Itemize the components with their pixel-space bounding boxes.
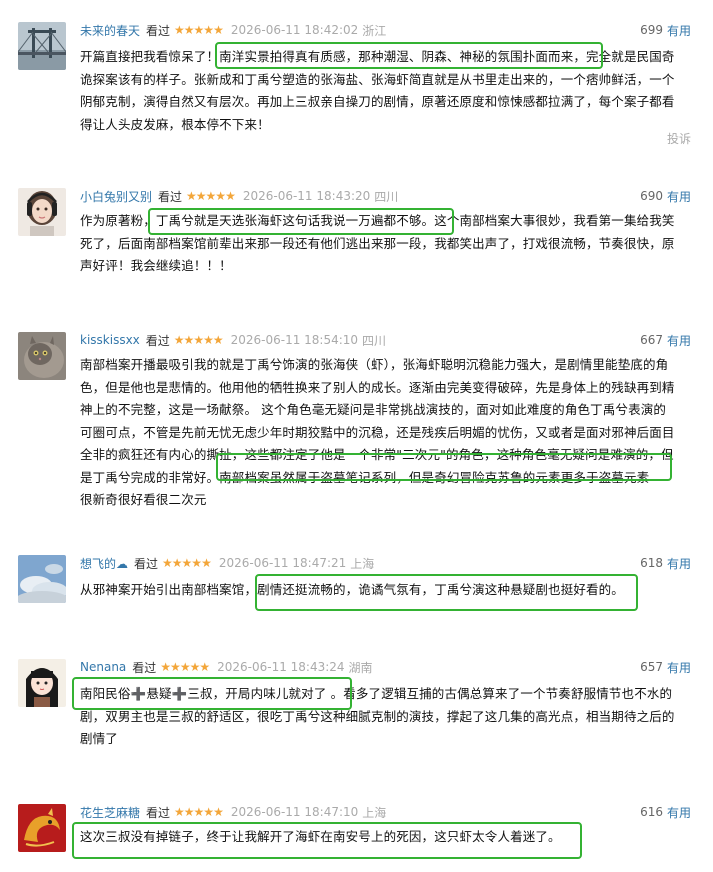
comment-time: 2026-06-11 18:54:10 xyxy=(230,333,359,347)
useful-button[interactable]: 有用 xyxy=(667,804,691,821)
comment-text: 南阳民俗➕悬疑➕三叔，开局内味儿就对了 。看多了逻辑互捕的古偶总算来了一个节奏舒… xyxy=(80,683,692,751)
comment-line: 这次三叔没有掉链子，终于让我解开了海虾在南安号上的死因，这只虾太令人着迷了。 xyxy=(80,829,561,844)
comment-location: 四川 xyxy=(374,189,399,204)
useful-button[interactable]: 有用 xyxy=(667,659,691,676)
comment-location: 浙江 xyxy=(362,23,387,38)
rating-stars: ★★★★★ xyxy=(160,660,210,674)
rating-stars: ★★★★★ xyxy=(162,556,212,570)
watched-label: 看过 xyxy=(146,805,171,820)
comment-location: 湖南 xyxy=(348,660,373,675)
useful-count: 690 xyxy=(640,189,663,203)
avatar[interactable] xyxy=(18,188,66,236)
avatar[interactable] xyxy=(18,555,66,603)
watched-label: 看过 xyxy=(146,23,171,38)
useful-button[interactable]: 有用 xyxy=(667,188,691,205)
comment-line: 可圈可点，不管是先前无忧无虑少年时期狡黠中的沉稳，还是残疾后明媚的忧伤，又或者是… xyxy=(80,424,675,440)
comment-location: 上海 xyxy=(350,556,375,571)
comment-text: 这次三叔没有掉链子，终于让我解开了海虾在南安号上的死因，这只虾太令人着迷了。 xyxy=(80,826,692,849)
comment-line: 开篇直接把我看惊呆了！南洋实景拍得真有质感，那种潮湿、阴森、神秘的氛围扑面而来，… xyxy=(80,49,675,64)
rating-stars: ★★★★★ xyxy=(186,189,236,203)
comment-time: 2026-06-11 18:42:02 xyxy=(230,23,359,37)
comment-line: 剧，双男主也是三叔的舒适区，很吃丁禹兮这种细腻克制的演技，撑起了这几集的高光点，… xyxy=(80,708,675,724)
useful-vote[interactable]: 657 有用 xyxy=(640,657,691,677)
comment-meta: Nenana 看过 ★★★★★ 2026-06-11 18:43:24 湖南 xyxy=(80,657,373,677)
comment-location: 上海 xyxy=(362,805,387,820)
comment-location: 四川 xyxy=(362,333,387,348)
comment-time: 2026-06-11 18:47:10 xyxy=(230,805,359,819)
comment-line: 从邪神案开始引出南部档案馆，剧情还挺流畅的，诡谲气氛有，丁禹兮演这种悬疑剧也挺好… xyxy=(80,582,624,597)
comment-text: 作为原著粉，丁禹兮就是天选张海虾这句话我说一万遍都不够。这个南部档案大事很妙，我… xyxy=(80,210,692,278)
useful-count: 699 xyxy=(640,23,663,37)
report-link[interactable]: 投诉 xyxy=(667,130,691,147)
useful-vote[interactable]: 616 有用 xyxy=(640,802,691,822)
watched-label: 看过 xyxy=(158,189,183,204)
username-link[interactable]: kisskissxx xyxy=(80,333,140,347)
comment-line: 南阳民俗➕悬疑➕三叔，开局内味儿就对了 。看多了逻辑互捕的古偶总算来了一个节奏舒… xyxy=(80,686,673,701)
comment-line: 剧情了 xyxy=(80,731,118,746)
comment-line: 诡探案该有的样子。张新成和丁禹兮塑造的张海盐、张海虾简直就是从书里走出来的，一个… xyxy=(80,71,675,87)
comment-line: 南部档案开播最吸引我的就是丁禹兮饰演的张海侠（虾），张海虾聪明沉稳能力强大，是剧… xyxy=(80,357,669,372)
comment-time: 2026-06-11 18:43:24 xyxy=(217,660,345,674)
comment-line: 很新奇很好看很二次元 xyxy=(80,492,207,507)
avatar[interactable] xyxy=(18,659,66,707)
rating-stars: ★★★★★ xyxy=(174,23,224,37)
comment-line: 阴郁克制，演得自然又有层次。再加上三叔亲自操刀的剧情，原著还原度和惊悚感都拉满了… xyxy=(80,94,675,109)
comment-meta: 想飞的☁ 看过 ★★★★★ 2026-06-11 18:47:21 上海 xyxy=(80,553,374,573)
comment-meta: kisskissxx 看过 ★★★★★ 2026-06-11 18:54:10 … xyxy=(80,330,386,350)
username-link[interactable]: 小白兔别又别 xyxy=(80,188,152,205)
useful-button[interactable]: 有用 xyxy=(667,555,691,572)
useful-button[interactable]: 有用 xyxy=(667,22,691,39)
username-link[interactable]: 花生芝麻糖 xyxy=(80,804,140,821)
useful-count: 657 xyxy=(640,660,663,674)
useful-button[interactable]: 有用 xyxy=(667,332,691,349)
rating-stars: ★★★★★ xyxy=(174,805,224,819)
avatar[interactable] xyxy=(18,804,66,852)
useful-count: 618 xyxy=(640,556,663,570)
comment-meta: 小白兔别又别 看过 ★★★★★ 2026-06-11 18:43:20 四川 xyxy=(80,186,398,206)
useful-count: 667 xyxy=(640,333,663,347)
watched-label: 看过 xyxy=(134,556,159,571)
comment-text: 从邪神案开始引出南部档案馆，剧情还挺流畅的，诡谲气氛有，丁禹兮演这种悬疑剧也挺好… xyxy=(80,579,692,602)
comment-time: 2026-06-11 18:47:21 xyxy=(218,556,347,570)
username-link[interactable]: Nenana xyxy=(80,660,126,674)
comment-text: 南部档案开播最吸引我的就是丁禹兮饰演的张海侠（虾），张海虾聪明沉稳能力强大，是剧… xyxy=(80,354,692,512)
useful-vote[interactable]: 667 有用 xyxy=(640,330,691,350)
useful-vote[interactable]: 699 有用 xyxy=(640,20,691,40)
comment-line: 死了，后面南部档案馆前辈出来那一段还有他们逃出来那一段，我都笑出声了，打戏很流畅… xyxy=(80,235,675,251)
comment-line: 神上的不完整，这是一场献祭。 这个角色毫无疑问是非常挑战演技的，面对如此难度的角… xyxy=(80,402,667,417)
watched-label: 看过 xyxy=(132,660,157,675)
username-link[interactable]: 想飞的☁ xyxy=(80,555,128,572)
rating-stars: ★★★★★ xyxy=(173,333,224,347)
useful-vote[interactable]: 690 有用 xyxy=(640,186,691,206)
comment-line: 全非的疯狂还有内心的撕扯，这些都注定了他是一个非常"二次元"的角色，这种角色毫无… xyxy=(80,447,674,462)
comment-meta: 未来的春天 看过 ★★★★★ 2026-06-11 18:42:02 浙江 xyxy=(80,20,386,40)
useful-vote[interactable]: 618 有用 xyxy=(640,553,691,573)
useful-count: 616 xyxy=(640,805,663,819)
comment-line: 色，但是他也是悲情的。他用他的牺牲换来了别人的成长。逐渐由完美变得破碎，先是身体… xyxy=(80,379,675,395)
comment-line: 作为原著粉，丁禹兮就是天选张海虾这句话我说一万遍都不够。这个南部档案大事很妙，我… xyxy=(80,213,675,228)
comment-line: 是丁禹兮完成的非常好。南部档案虽然属于盗墓笔记系列，但是奇幻冒险克苏鲁的元素更多… xyxy=(80,469,650,485)
avatar[interactable] xyxy=(18,22,66,70)
comment-time: 2026-06-11 18:43:20 xyxy=(242,189,371,203)
comment-line: 声好评！我会继续追！！！ xyxy=(80,258,232,273)
comment-line: 得让人头皮发麻，根本停不下来！ xyxy=(80,116,270,132)
comment-meta: 花生芝麻糖 看过 ★★★★★ 2026-06-11 18:47:10 上海 xyxy=(80,802,386,822)
watched-label: 看过 xyxy=(145,333,170,348)
username-link[interactable]: 未来的春天 xyxy=(80,22,140,39)
comment-text: 开篇直接把我看惊呆了！南洋实景拍得真有质感，那种潮湿、阴森、神秘的氛围扑面而来，… xyxy=(80,46,692,136)
avatar[interactable] xyxy=(18,332,66,380)
